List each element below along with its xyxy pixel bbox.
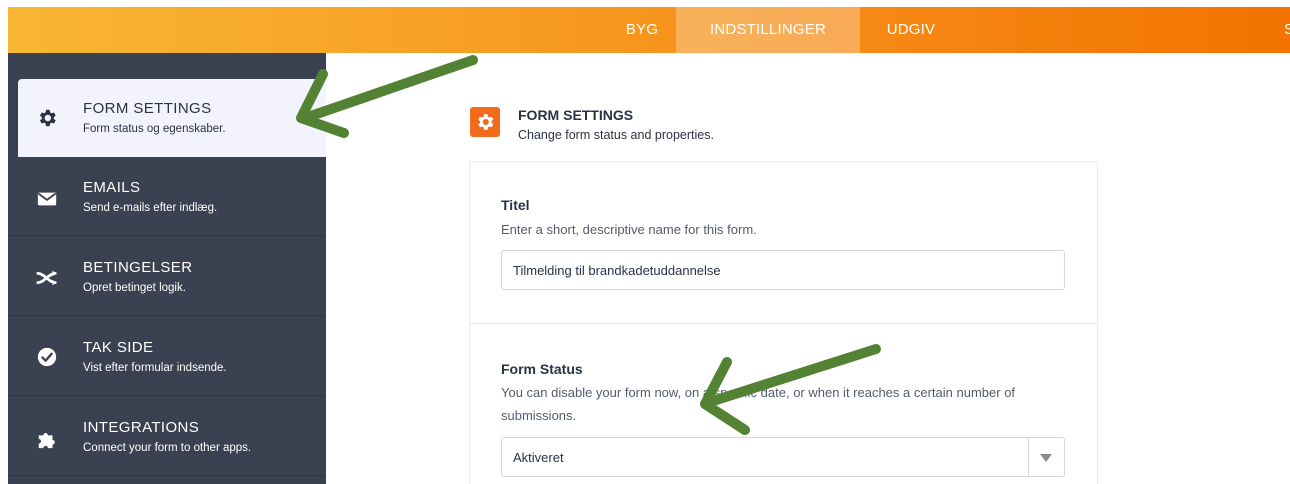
- sidebar-item-subtitle: Opret betinget logik.: [83, 282, 186, 294]
- sidebar-item-title: FORM SETTINGS: [83, 100, 212, 117]
- sidebar-item-title: INTEGRATIONS: [83, 419, 200, 436]
- sidebar-item-subtitle: Connect your form to other apps.: [83, 442, 252, 454]
- form-status-select[interactable]: Aktiveret: [501, 437, 1065, 477]
- sidebar-item-subtitle: Vist efter formular indsende.: [83, 362, 227, 374]
- sidebar-item-title: EMAILS: [83, 179, 141, 196]
- section-subtitle: Change form status and properties.: [518, 128, 714, 142]
- gear-icon: [478, 114, 494, 130]
- sidebar-item-integrations[interactable]: INTEGRATIONS Connect your form to other …: [8, 397, 326, 476]
- sidebar-item-title: BETINGELSER: [83, 259, 193, 276]
- status-field-label: Form Status: [501, 361, 583, 377]
- section-title: FORM SETTINGS: [518, 107, 634, 123]
- shuffle-icon: [36, 270, 57, 286]
- sidebar-item-subtitle: Form status og egenskaber.: [83, 123, 226, 135]
- settings-sidebar: FORM SETTINGS Form status og egenskaber.…: [8, 53, 326, 484]
- section-icon: [470, 107, 500, 137]
- panel-divider: [470, 323, 1097, 324]
- tab-clipped[interactable]: S: [1284, 7, 1290, 53]
- form-title-input[interactable]: [501, 250, 1065, 290]
- tab-byg[interactable]: BYG: [600, 7, 684, 53]
- puzzle-icon: [38, 433, 55, 449]
- gear-icon: [39, 109, 56, 127]
- form-status-value: Aktiveret: [513, 450, 564, 465]
- sidebar-item-title: TAK SIDE: [83, 339, 154, 356]
- sidebar-item-form-settings[interactable]: FORM SETTINGS Form status og egenskaber.: [18, 79, 326, 157]
- status-field-description: You can disable your form now, on a spec…: [501, 385, 1016, 423]
- annotation-arrow-sidebar: [296, 55, 478, 138]
- title-field-label: Titel: [501, 197, 530, 213]
- sidebar-item-betingelser[interactable]: BETINGELSER Opret betinget logik.: [8, 237, 326, 316]
- sidebar-item-emails[interactable]: EMAILS Send e-mails efter indlæg.: [8, 157, 326, 236]
- check-circle-icon: [37, 347, 57, 367]
- envelope-icon: [37, 192, 57, 206]
- chevron-down-icon: [1040, 454, 1052, 462]
- top-nav-bar: BYG INDSTILLINGER UDGIV S: [8, 7, 1290, 53]
- tab-indstillinger[interactable]: INDSTILLINGER: [676, 7, 860, 53]
- tab-udgiv[interactable]: UDGIV: [870, 7, 952, 53]
- select-separator: [1028, 438, 1029, 476]
- sidebar-item-tak-side[interactable]: TAK SIDE Vist efter formular indsende.: [8, 317, 326, 396]
- title-field-description: Enter a short, descriptive name for this…: [501, 222, 757, 237]
- sidebar-item-subtitle: Send e-mails efter indlæg.: [83, 202, 218, 214]
